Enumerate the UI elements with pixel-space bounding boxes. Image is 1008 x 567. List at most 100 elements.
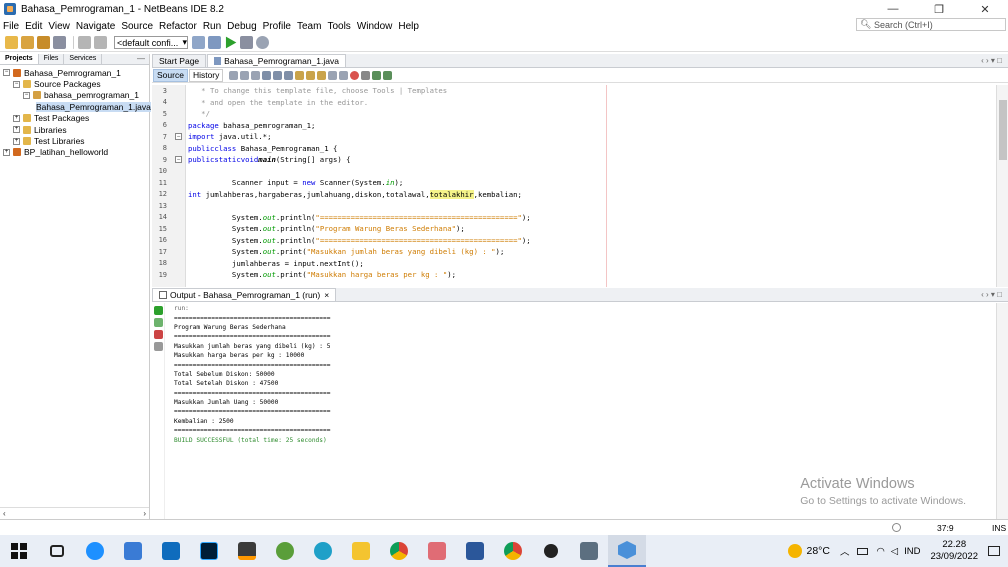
stop-icon[interactable] [154,330,163,339]
menu-team[interactable]: Team [297,21,321,32]
find-previous-icon[interactable] [273,70,283,80]
taskbar-netbeans[interactable] [608,535,646,567]
collapse-icon[interactable]: − [23,91,30,99]
menu-debug[interactable]: Debug [227,21,256,32]
taskbar-app-green[interactable] [266,535,304,567]
fold-icon[interactable]: − [175,156,182,164]
taskbar-mail[interactable] [152,535,190,567]
clock[interactable]: 22.28 23/09/2022 [930,539,978,563]
editor-scroll-thumb[interactable] [999,100,1007,160]
tree-node[interactable]: + Test Packages [0,113,149,124]
find-next-icon[interactable] [284,70,294,80]
scroll-right-icon[interactable]: › [143,509,146,518]
projects-horizontal-scrollbar[interactable]: ‹ › [0,507,149,519]
profile-icon[interactable] [256,36,269,49]
undo-icon[interactable] [78,36,91,49]
wifi-icon[interactable]: ◠ [876,546,884,557]
config-select[interactable]: <default confi... ▾ [114,36,188,49]
toggle-highlight-icon[interactable] [295,70,305,80]
tree-node[interactable]: + BP_latihan_helloworld [0,147,149,158]
stop-macro-icon[interactable] [361,70,371,80]
collapse-icon[interactable]: − [3,69,10,77]
tab-files[interactable]: Files [39,54,65,64]
taskbar-word[interactable] [456,535,494,567]
shift-left-icon[interactable] [328,70,338,80]
find-icon[interactable] [262,70,272,80]
taskbar-app-2[interactable] [114,535,152,567]
taskbar-chrome[interactable] [380,535,418,567]
history-view-button[interactable]: History [188,68,224,82]
taskbar-sublime[interactable] [228,535,266,567]
tree-node[interactable]: − Source Packages [0,78,149,89]
taskbar-settings[interactable] [532,535,570,567]
rerun-with-params-icon[interactable] [154,318,163,327]
new-file-icon[interactable] [21,36,34,49]
menu-refactor[interactable]: Refactor [159,21,197,32]
start-macro-icon[interactable] [350,70,360,80]
taskbar-app-stack[interactable] [418,535,456,567]
redo-icon[interactable] [94,36,107,49]
search-input[interactable]: 🔍︎ Search (Ctrl+I) [856,18,1006,31]
rerun-icon[interactable] [154,306,163,315]
weather-icon[interactable] [788,544,803,558]
menu-source[interactable]: Source [121,21,153,32]
menu-file[interactable]: File [3,21,19,32]
close-tab-icon[interactable]: × [324,290,329,300]
back-icon[interactable] [240,70,250,80]
collapse-icon[interactable]: − [13,80,20,88]
minimize-panel-icon[interactable]: — [137,54,145,63]
expand-icon[interactable]: + [13,114,20,122]
tree-node[interactable]: + Test Libraries [0,135,149,146]
clean-build-icon[interactable] [208,36,221,49]
last-edit-icon[interactable] [229,70,239,80]
toggle-bookmark-icon[interactable] [306,70,316,80]
menu-navigate[interactable]: Navigate [76,21,115,32]
taskbar-chrome-profile[interactable] [494,535,532,567]
debug-icon[interactable] [240,36,253,49]
expand-icon[interactable]: + [3,148,10,156]
notification-center-icon[interactable] [988,546,1000,556]
start-button[interactable] [0,535,38,567]
source-view-button[interactable]: Source [153,68,188,82]
menu-help[interactable]: Help [398,21,419,32]
tree-node[interactable]: − bahasa_pemrograman_1 [0,90,149,101]
new-project-icon[interactable] [5,36,18,49]
code-editor[interactable]: 3 4 5 6 7−8 9−10 11 12 13 14 15 16 17 18 19 * To chang… [152,85,996,287]
menu-window[interactable]: Window [357,21,393,32]
forward-icon[interactable] [251,70,261,80]
scroll-left-icon[interactable]: ‹ [3,509,6,518]
shift-right-icon[interactable] [339,70,349,80]
taskbar-explorer[interactable] [342,535,380,567]
volume-icon[interactable]: ◁ [891,546,898,557]
settings-icon[interactable] [154,342,163,351]
previous-bookmark-icon[interactable] [317,70,327,80]
tree-node[interactable]: Bahasa_Pemrograman_1.java [0,101,151,112]
run-icon[interactable] [225,36,237,49]
menu-run[interactable]: Run [203,21,221,32]
taskbar-photoshop[interactable] [190,535,228,567]
tab-projects[interactable]: Projects [0,54,39,64]
weather-temperature[interactable]: 28°C [806,545,829,557]
tree-node[interactable]: − Bahasa_Pemrograman_1 [0,67,149,78]
editor-vertical-scrollbar[interactable] [996,85,1008,287]
comment-icon[interactable] [372,70,382,80]
chevron-up-icon[interactable]: ︿ [840,544,850,558]
battery-icon[interactable] [857,547,869,555]
taskbar-app-1[interactable] [76,535,114,567]
fold-icon[interactable]: − [175,133,182,141]
taskbar-calculator[interactable] [570,535,608,567]
tab-start-page[interactable]: Start Page [152,54,207,67]
output-window-controls[interactable]: ‹ › ▾ □ [981,290,1002,299]
menu-tools[interactable]: Tools [327,21,350,32]
notifications-icon[interactable] [892,523,901,532]
editor-tab-controls[interactable]: ‹ › ▾ □ [981,56,1002,65]
output-vertical-scrollbar[interactable] [996,303,1008,519]
build-hammer-icon[interactable] [192,36,205,49]
tab-services[interactable]: Services [64,54,103,64]
expand-icon[interactable]: + [13,126,20,134]
language-indicator[interactable]: IND [904,546,920,557]
restore-button[interactable]: ❐ [916,0,962,18]
tab-output-run[interactable]: Output - Bahasa_Pemrograman_1 (run) × [152,288,337,301]
minimize-button[interactable]: — [870,0,916,18]
menu-profile[interactable]: Profile [263,21,291,32]
